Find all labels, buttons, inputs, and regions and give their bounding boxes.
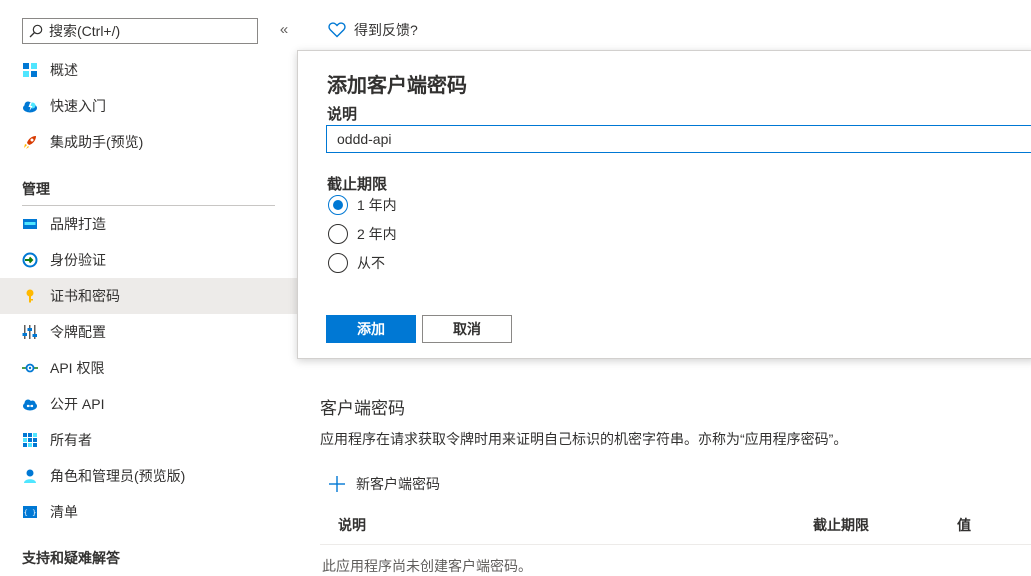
- feedback-label: 得到反馈?: [354, 22, 418, 38]
- radio-button[interactable]: [328, 224, 348, 244]
- user-role-icon: [22, 468, 38, 484]
- search-placeholder: 搜索(Ctrl+/): [49, 23, 121, 39]
- sidebar-item-owners[interactable]: 所有者: [0, 422, 298, 458]
- new-client-secret-button[interactable]: 新客户端密码: [328, 474, 440, 494]
- key-icon: [22, 288, 38, 304]
- radio-label: 2 年内: [357, 226, 397, 242]
- sidebar-item-label: 令牌配置: [50, 324, 106, 340]
- sidebar-item-quickstart[interactable]: 快速入门: [0, 88, 298, 124]
- sidebar-item-label: 集成助手(预览): [50, 134, 144, 150]
- column-header-description[interactable]: 说明: [338, 515, 366, 535]
- sidebar-item-api-permissions[interactable]: API 权限: [0, 350, 298, 386]
- overview-icon: [22, 62, 38, 78]
- feedback-button[interactable]: 得到反馈?: [328, 20, 418, 40]
- cancel-button[interactable]: 取消: [422, 315, 512, 343]
- section-header-manage: 管理: [22, 181, 50, 197]
- sidebar-item-label: 证书和密码: [50, 288, 120, 304]
- radio-button-checked[interactable]: [328, 195, 348, 215]
- sidebar-item-label: 公开 API: [50, 396, 105, 412]
- sidebar-item-label: 所有者: [50, 432, 92, 448]
- expires-label: 截止期限: [327, 176, 388, 193]
- sidebar-item-label: 清单: [50, 504, 78, 520]
- radio-button[interactable]: [328, 253, 348, 273]
- svg-text:{ }: { }: [24, 509, 37, 517]
- sidebar-item-branding[interactable]: 品牌打造: [0, 206, 298, 242]
- sidebar-item-label: 品牌打造: [50, 216, 106, 232]
- collapse-sidebar-button[interactable]: «: [274, 21, 294, 38]
- table-header-divider: [320, 544, 1031, 545]
- description-label: 说明: [327, 106, 358, 123]
- sidebar-item-label: 身份验证: [50, 252, 106, 268]
- sidebar-item-authentication[interactable]: 身份验证: [0, 242, 298, 278]
- expires-option-never[interactable]: 从不: [328, 253, 385, 273]
- sidebar-item-roles-admins[interactable]: 角色和管理员(预览版): [0, 458, 298, 494]
- manifest-icon: { }: [22, 504, 38, 520]
- radio-label: 从不: [357, 255, 385, 271]
- column-header-value[interactable]: 值: [957, 515, 971, 535]
- new-client-secret-label: 新客户端密码: [356, 476, 440, 492]
- column-header-expires[interactable]: 截止期限: [813, 515, 869, 535]
- description-input[interactable]: [326, 125, 1031, 153]
- owners-icon: [22, 432, 38, 448]
- token-config-icon: [22, 324, 38, 340]
- sidebar-item-certificates-secrets[interactable]: 证书和密码: [0, 278, 298, 314]
- empty-table-message: 此应用程序尚未创建客户端密码。: [322, 558, 532, 574]
- branding-icon: [22, 216, 38, 232]
- sidebar: 搜索(Ctrl+/) « 概述 快速入门 集成助手(预览) 管理 品牌打造 身份…: [0, 0, 298, 566]
- client-secrets-title: 客户端密码: [320, 399, 405, 418]
- search-icon: [29, 24, 43, 38]
- cloud-api-icon: [22, 396, 38, 412]
- authentication-icon: [22, 252, 38, 268]
- sidebar-item-overview[interactable]: 概述: [0, 52, 298, 88]
- search-input[interactable]: 搜索(Ctrl+/): [22, 18, 258, 44]
- sidebar-item-expose-api[interactable]: 公开 API: [0, 386, 298, 422]
- sidebar-item-label: 快速入门: [50, 98, 106, 114]
- expires-option-1-year[interactable]: 1 年内: [328, 195, 397, 215]
- sidebar-item-integration-assistant[interactable]: 集成助手(预览): [0, 124, 298, 160]
- sidebar-item-label: 概述: [50, 62, 78, 78]
- rocket-icon: [22, 134, 38, 150]
- api-permissions-icon: [22, 360, 38, 376]
- plus-icon: [329, 476, 345, 492]
- client-secrets-description: 应用程序在请求获取令牌时用来证明自己标识的机密字符串。亦称为“应用程序密码”。: [320, 431, 848, 447]
- cloud-quickstart-icon: [22, 98, 38, 114]
- sidebar-item-token-configuration[interactable]: 令牌配置: [0, 314, 298, 350]
- sidebar-item-label: API 权限: [50, 360, 105, 376]
- section-header-support: 支持和疑难解答: [22, 550, 120, 566]
- add-button[interactable]: 添加: [326, 315, 416, 343]
- add-client-secret-panel: 添加客户端密码 说明 截止期限 1 年内 2 年内 从不 添加 取消: [297, 50, 1031, 359]
- expires-option-2-years[interactable]: 2 年内: [328, 224, 397, 244]
- panel-title: 添加客户端密码: [327, 75, 467, 97]
- search-row: 搜索(Ctrl+/) «: [22, 18, 288, 44]
- heart-icon: [328, 22, 346, 38]
- sidebar-item-label: 角色和管理员(预览版): [50, 468, 186, 484]
- sidebar-item-manifest[interactable]: { } 清单: [0, 494, 298, 530]
- radio-label: 1 年内: [357, 197, 397, 213]
